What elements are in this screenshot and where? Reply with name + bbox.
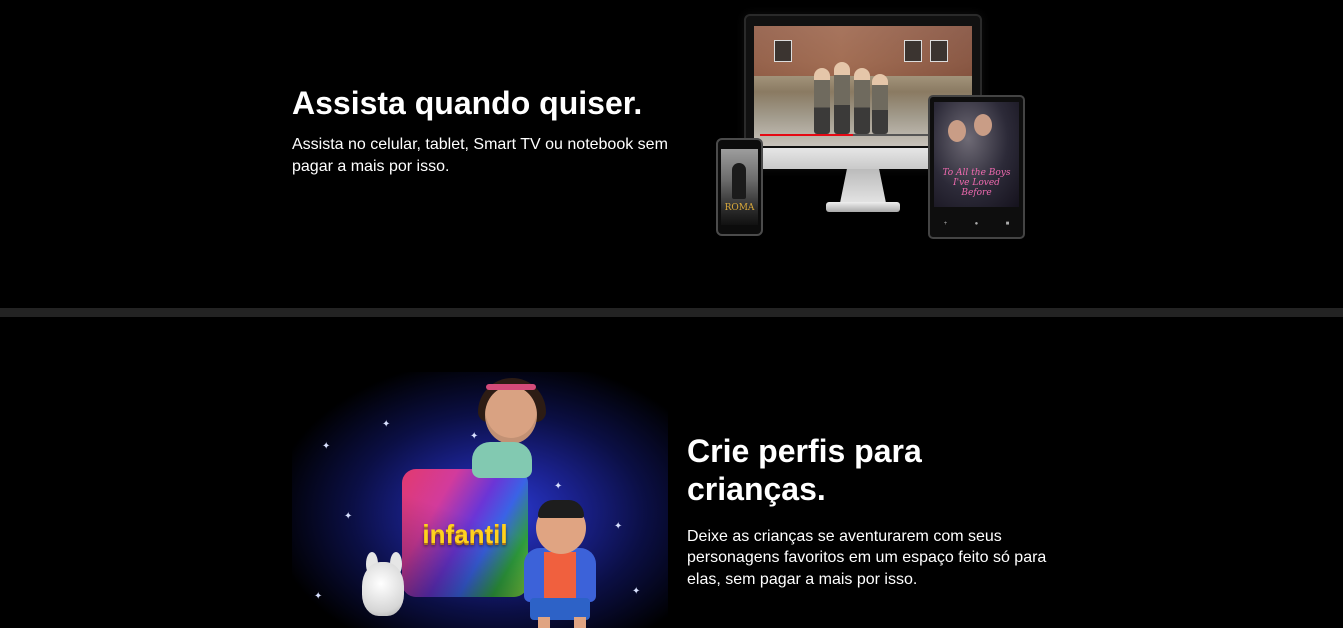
phone-device: ROMA <box>716 138 763 236</box>
kids-profiles-title: Crie perfis para crianças. <box>687 433 922 508</box>
kids-profiles-description: Deixe as crianças se aventurarem com seu… <box>687 527 1047 588</box>
tablet-poster-title: To All the Boys I've Loved Before <box>942 168 1011 198</box>
infantil-tile: infantil <box>402 469 528 597</box>
kids-profiles-section: ✦ ✦ ✦ ✦ ✦ ✦ ✦ ✦ ✦ infantil Crie perfis p… <box>0 317 1343 628</box>
phone-poster-title: ROMA <box>724 203 755 213</box>
tablet-screen-poster: To All the Boys I've Loved Before <box>934 102 1019 207</box>
watch-anywhere-description: Assista no celular, tablet, Smart TV ou … <box>292 136 668 175</box>
devices-illustration: ROMA To All the Boys I've Loved Before +… <box>714 12 1026 240</box>
plus-icon: + <box>943 221 948 227</box>
tablet-device: To All the Boys I've Loved Before + ● ■ <box>928 95 1025 239</box>
watch-anywhere-text: Assista quando quiser. Assista no celula… <box>292 84 692 177</box>
watch-anywhere-section: Assista quando quiser. Assista no celula… <box>0 0 1343 308</box>
watch-anywhere-title: Assista quando quiser. <box>292 85 643 121</box>
kids-profiles-text: Crie perfis para crianças. Deixe as cria… <box>687 432 1067 590</box>
phone-screen-poster: ROMA <box>721 149 758 225</box>
share-icon: ■ <box>1005 221 1010 227</box>
section-divider <box>0 308 1343 317</box>
infantil-label: infantil <box>422 519 508 549</box>
rate-icon: ● <box>974 221 979 227</box>
kids-profile-illustration: ✦ ✦ ✦ ✦ ✦ ✦ ✦ ✦ ✦ infantil <box>292 372 668 628</box>
